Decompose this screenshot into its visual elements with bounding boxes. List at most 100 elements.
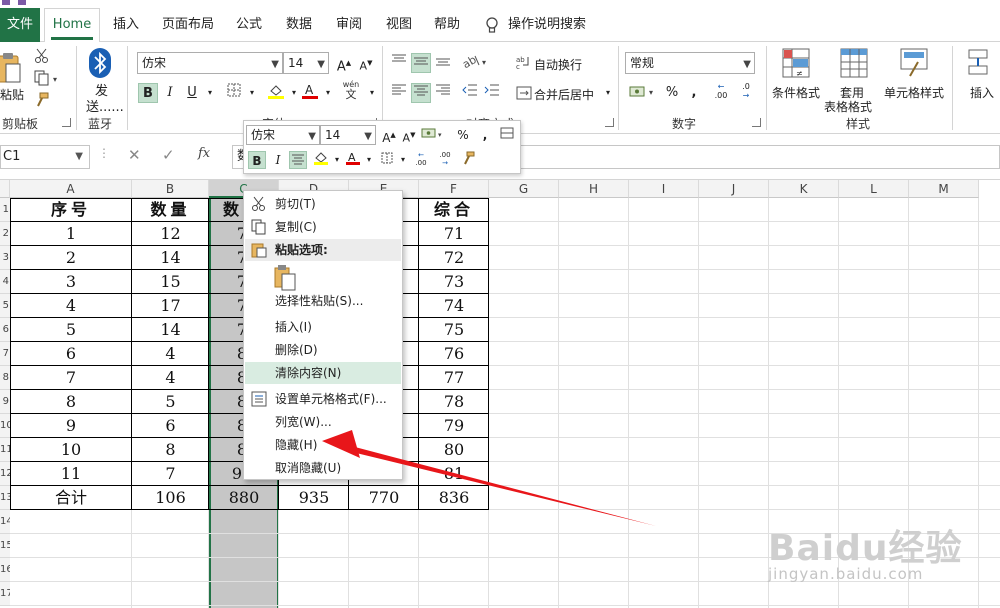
grow-font-icon[interactable]: A▲ <box>380 126 398 145</box>
conditional-format-icon[interactable]: ≠ <box>782 48 810 81</box>
mini-bold-button[interactable]: B <box>248 151 266 169</box>
tab-file[interactable]: 文件 <box>0 8 40 42</box>
align-middle-icon[interactable] <box>411 53 431 73</box>
mini-decrease-decimal-icon[interactable]: .00 → <box>434 151 456 169</box>
tab-help[interactable]: 帮助 <box>428 8 466 42</box>
table-format-button-2[interactable]: 表格格式 <box>824 98 872 115</box>
menu-item-format-cells[interactable]: 设置单元格格式(F)... <box>245 388 401 410</box>
currency-icon[interactable]: ▾ <box>420 126 446 144</box>
copy-icon[interactable]: ▾ <box>34 70 60 89</box>
italic-button[interactable]: I <box>160 83 180 103</box>
row-header-12[interactable]: 12 <box>0 462 10 486</box>
quick-access-icon[interactable] <box>2 0 10 5</box>
chevron-down-icon[interactable]: ▾ <box>242 83 262 103</box>
decrease-indent-icon[interactable] <box>460 83 480 103</box>
paste-button[interactable]: 粘贴 <box>0 86 24 103</box>
phonetic-icon[interactable]: wén 文 <box>340 80 362 101</box>
column-header-j[interactable]: J <box>699 180 769 198</box>
chevron-down-icon[interactable]: ▾ <box>200 83 220 103</box>
number-launcher-icon[interactable] <box>752 118 761 127</box>
cell-styles-button[interactable]: 单元格样式 <box>884 84 944 101</box>
mini-italic-button[interactable]: I <box>269 151 287 169</box>
format-painter-icon[interactable] <box>34 92 50 111</box>
column-header-b[interactable]: B <box>132 180 209 198</box>
cancel-icon[interactable]: ✕ <box>128 146 141 164</box>
merge-center-icon[interactable] <box>498 126 516 144</box>
tell-me-search[interactable]: 操作说明搜索 <box>508 8 588 42</box>
name-box[interactable]: C1 ▼ <box>0 145 90 169</box>
percent-button[interactable]: % <box>662 83 682 103</box>
orientation-icon[interactable]: ab ▾ <box>460 53 490 73</box>
row-header-11[interactable]: 11 <box>0 438 10 462</box>
mini-align-center-icon[interactable] <box>289 151 307 169</box>
bluetooth-send-label-2[interactable]: 送...... <box>86 96 124 115</box>
row-header-10[interactable]: 10 <box>0 414 10 438</box>
mini-format-painter-icon[interactable] <box>460 151 478 169</box>
mini-percent-button[interactable]: % <box>454 126 472 144</box>
insert-function-button[interactable]: fx <box>198 146 210 161</box>
insert-cells-icon[interactable] <box>968 48 990 81</box>
mini-increase-decimal-icon[interactable]: ← .00 <box>410 151 432 169</box>
column-header-f[interactable]: F <box>419 180 489 198</box>
align-bottom-icon[interactable] <box>433 53 453 73</box>
wrap-text-icon[interactable]: ab c <box>516 54 532 73</box>
tab-view[interactable]: 视图 <box>380 8 418 42</box>
font-size-combo[interactable]: 14 ▼ <box>283 52 329 74</box>
enter-icon[interactable]: ✓ <box>162 146 175 164</box>
menu-item-insert[interactable]: 插入(I) <box>245 316 401 338</box>
chevron-down-icon[interactable]: ▾ <box>362 83 382 103</box>
conditional-format-button[interactable]: 条件格式 <box>772 84 820 101</box>
decrease-decimal-button[interactable]: .0 → <box>734 82 758 102</box>
fill-color-icon[interactable] <box>266 83 286 103</box>
lightbulb-icon[interactable] <box>484 8 500 42</box>
merge-center-button[interactable]: 合并后居中 <box>534 86 594 103</box>
mini-font-size-combo[interactable]: 14 ▼ <box>320 125 376 145</box>
mini-font-name-combo[interactable]: 仿宋 ▼ <box>246 125 320 145</box>
row-header-1[interactable]: 1 <box>0 198 10 222</box>
menu-item-cut[interactable]: 剪切(T) <box>245 193 401 215</box>
column-header-i[interactable]: I <box>629 180 699 198</box>
column-header-m[interactable]: M <box>909 180 979 198</box>
alignment-launcher-icon[interactable] <box>605 118 614 127</box>
font-color-icon[interactable]: A <box>300 83 320 103</box>
column-header-k[interactable]: K <box>769 180 839 198</box>
row-header-15[interactable]: 15 <box>0 534 10 558</box>
wrap-text-button[interactable]: 自动换行 <box>534 56 582 73</box>
font-name-combo[interactable]: 仿宋 ▼ <box>137 52 283 74</box>
row-header-17[interactable]: 17 <box>0 582 10 606</box>
align-top-icon[interactable] <box>389 53 409 73</box>
column-header-l[interactable]: L <box>839 180 909 198</box>
currency-icon[interactable]: ▾ <box>628 83 658 103</box>
menu-item-paste-special[interactable]: 选择性粘贴(S)... <box>245 290 401 312</box>
merge-center-icon[interactable] <box>516 85 532 104</box>
column-header-g[interactable]: G <box>489 180 559 198</box>
row-header-14[interactable]: 14 <box>0 510 10 534</box>
shrink-font-icon[interactable]: A▼ <box>356 53 376 73</box>
menu-item-unhide[interactable]: 取消隐藏(U) <box>245 457 401 479</box>
chevron-down-icon[interactable]: ▾ <box>598 83 618 103</box>
comma-button[interactable]: , <box>684 83 704 103</box>
column-header-a[interactable]: A <box>10 180 132 198</box>
shrink-font-icon[interactable]: A▼ <box>400 126 418 145</box>
menu-item-delete[interactable]: 删除(D) <box>245 339 401 361</box>
row-header-16[interactable]: 16 <box>0 558 10 582</box>
row-header-5[interactable]: 5 <box>0 294 10 318</box>
align-left-icon[interactable] <box>389 83 409 103</box>
menu-item-hide[interactable]: 隐藏(H) <box>245 434 401 456</box>
border-icon[interactable] <box>224 83 244 103</box>
bluetooth-icon[interactable] <box>89 48 111 81</box>
increase-decimal-button[interactable]: ← .00 <box>708 82 734 102</box>
menu-item-copy[interactable]: 复制(C) <box>245 216 401 238</box>
increase-indent-icon[interactable] <box>482 83 502 103</box>
align-right-icon[interactable] <box>433 83 453 103</box>
mini-comma-button[interactable]: , <box>476 126 494 144</box>
tab-review[interactable]: 审阅 <box>330 8 368 42</box>
tab-formulas[interactable]: 公式 <box>230 8 268 42</box>
column-header-h[interactable]: H <box>559 180 629 198</box>
number-format-combo[interactable]: 常规 ▼ <box>625 52 755 74</box>
chevron-down-icon[interactable]: ▾ <box>318 83 338 103</box>
chevron-down-icon[interactable]: ▾ <box>360 151 378 169</box>
bold-button[interactable]: B <box>138 83 158 103</box>
select-all-corner[interactable] <box>0 180 10 198</box>
tab-insert[interactable]: 插入 <box>108 8 144 42</box>
